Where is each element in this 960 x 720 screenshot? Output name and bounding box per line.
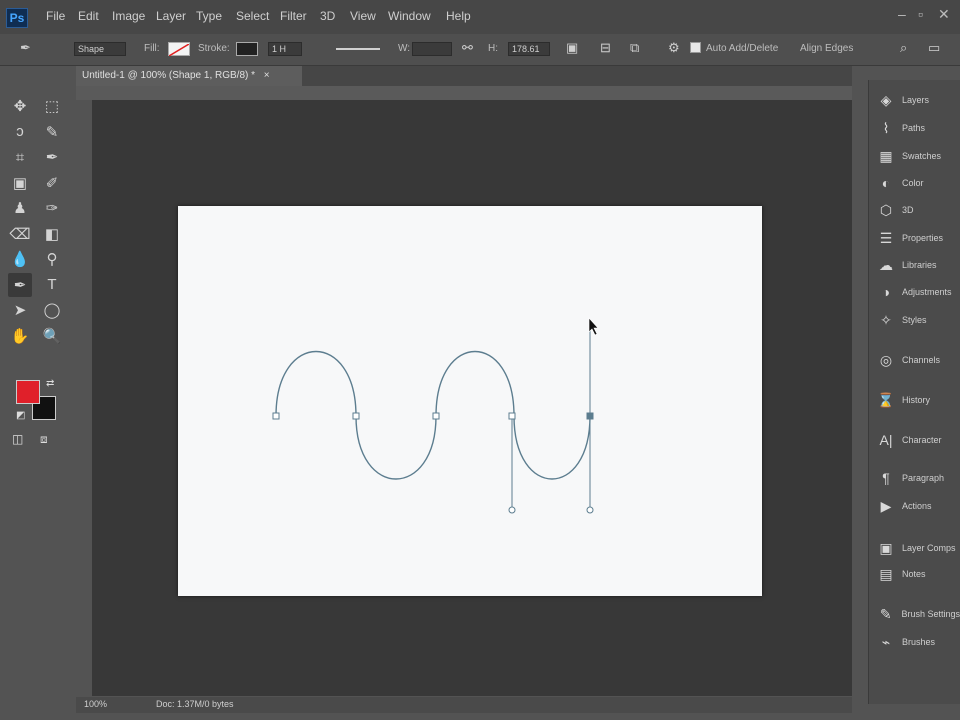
panel-tab-notes[interactable]: ▤ Notes (876, 564, 960, 584)
panel-label: Paths (902, 123, 926, 133)
panel-label: Notes (902, 569, 926, 579)
3d-icon: ⬡ (879, 201, 893, 218)
paragraph-icon: ¶ (882, 470, 890, 486)
panel-tab-history[interactable]: ⌛ History (876, 390, 960, 410)
panel-tab-layer-comps[interactable]: ▣ Layer Comps (876, 538, 960, 558)
layer-comps-icon: ▣ (879, 539, 893, 556)
panel-tab-character[interactable]: A| Character (876, 430, 960, 450)
panel-tab-actions[interactable]: ▶ Actions (876, 496, 960, 516)
panel-tab-channels[interactable]: ◎ Channels (876, 350, 960, 370)
anchor-point-selected[interactable] (586, 412, 594, 420)
character-icon: A| (879, 432, 893, 448)
panel-tab-brushes[interactable]: ⌁ Brushes (876, 632, 960, 652)
panel-label: Adjustments (902, 287, 952, 297)
panel-label: Styles (902, 315, 927, 325)
panel-tab-properties[interactable]: ☰ Properties (876, 228, 960, 248)
panel-tab-libraries[interactable]: ☁ Libraries (876, 255, 960, 275)
channels-icon: ◎ (879, 351, 893, 368)
direction-handle-point[interactable] (508, 506, 516, 514)
panel-label: Character (902, 435, 942, 445)
path-overlay (272, 317, 599, 514)
actions-icon: ▶ (880, 497, 892, 514)
adjustments-icon: ◑ (881, 284, 891, 300)
panel-label: Properties (902, 233, 944, 243)
panel-label: Layer Comps (902, 543, 956, 553)
panel-label: Channels (902, 355, 941, 365)
panel-label: Brushes (902, 637, 936, 647)
panel-tab-paragraph[interactable]: ¶ Paragraph (876, 468, 960, 488)
zoom-level[interactable]: 100% (84, 699, 107, 709)
panel-tab-layers[interactable]: ◈ Layers (876, 90, 960, 110)
panel-tab-3d[interactable]: ⬡ 3D (876, 200, 960, 220)
libraries-icon: ☁ (879, 256, 893, 273)
panel-tab-swatches[interactable]: ▦ Swatches (876, 146, 960, 166)
direction-handle-point[interactable] (586, 506, 594, 514)
paths-icon: ⌇ (882, 119, 890, 136)
history-icon: ⌛ (877, 391, 895, 408)
panel-tab-brush-settings[interactable]: ✎ Brush Settings (876, 604, 960, 624)
panel-label: Brush Settings (901, 609, 960, 619)
swatches-icon: ▦ (879, 147, 893, 164)
panel-label: Paragraph (902, 473, 945, 483)
anchor-point[interactable] (352, 412, 360, 420)
panel-label: Actions (902, 501, 932, 511)
anchor-point[interactable] (272, 412, 280, 420)
properties-icon: ☰ (879, 229, 893, 246)
panel-label: Layers (902, 95, 930, 105)
panel-tab-paths[interactable]: ⌇ Paths (876, 118, 960, 138)
anchor-point[interactable] (432, 412, 440, 420)
foreground-color-swatch[interactable] (16, 380, 40, 404)
document-info: Doc: 1.37M/0 bytes (156, 699, 234, 709)
color-icon: ◐ (881, 175, 891, 191)
panel-label: Color (902, 178, 924, 188)
panel-label: Libraries (902, 260, 937, 270)
panel-label: 3D (902, 205, 914, 215)
panel-tab-color[interactable]: ◐ Color (876, 173, 960, 193)
brush-settings-icon: ✎ (879, 605, 892, 622)
anchor-point[interactable] (508, 412, 516, 420)
styles-icon: ✧ (880, 311, 892, 328)
status-bar: 100% Doc: 1.37M/0 bytes (76, 697, 852, 713)
notes-icon: ▤ (879, 565, 893, 582)
brushes-icon: ⌁ (881, 633, 891, 650)
panel-tab-styles[interactable]: ✧ Styles (876, 310, 960, 330)
panel-label: History (902, 395, 931, 405)
panel-label: Swatches (902, 151, 942, 161)
panel-tab-adjustments[interactable]: ◑ Adjustments (876, 282, 960, 302)
layers-icon: ◈ (880, 91, 892, 108)
